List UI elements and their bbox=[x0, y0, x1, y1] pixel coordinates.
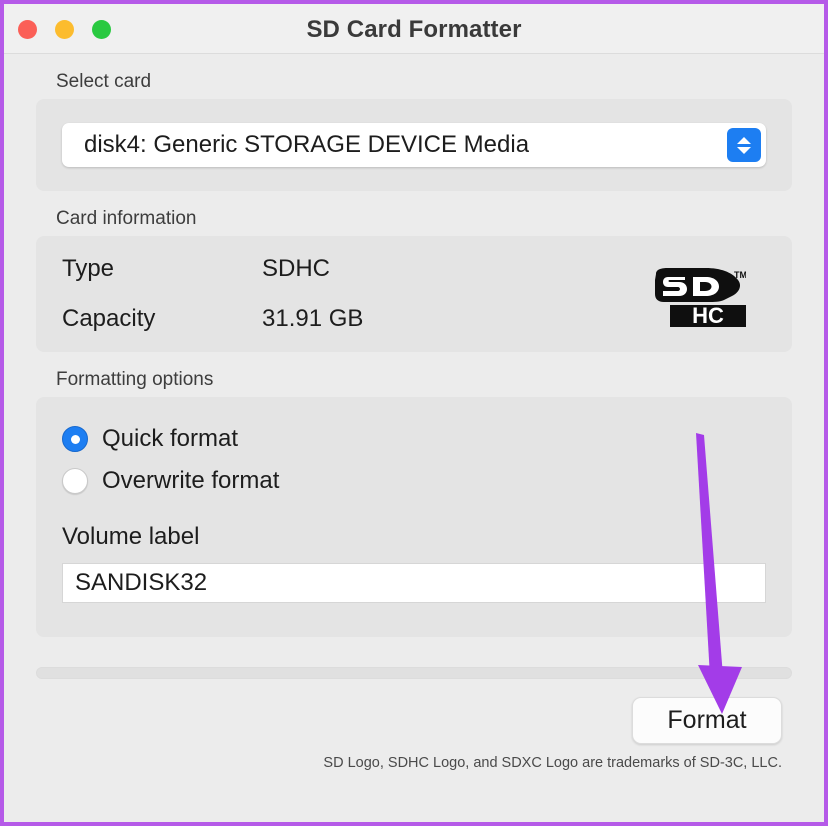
radio-label-overwrite-format: Overwrite format bbox=[102, 467, 280, 494]
chevron-down-icon bbox=[737, 146, 751, 154]
card-select-value: disk4: Generic STORAGE DEVICE Media bbox=[84, 131, 530, 158]
card-select-dropdown[interactable]: disk4: Generic STORAGE DEVICE Media bbox=[62, 123, 766, 167]
select-card-label: Select card bbox=[56, 71, 152, 92]
chevron-up-down-icon[interactable] bbox=[727, 128, 761, 162]
progress-bar bbox=[36, 667, 792, 679]
chevron-up-icon bbox=[737, 136, 751, 144]
radio-row-quick-format[interactable]: Quick format bbox=[62, 419, 766, 459]
radio-label-quick-format: Quick format bbox=[102, 425, 239, 452]
formatting-options-label: Formatting options bbox=[56, 369, 214, 390]
card-info-key-capacity: Capacity bbox=[62, 305, 156, 332]
app-window: SD Card Formatter Select card disk4: Gen… bbox=[0, 0, 828, 826]
card-info-value-capacity: 31.91 GB bbox=[262, 305, 364, 332]
window-title: SD Card Formatter bbox=[306, 16, 522, 43]
title-bar: SD Card Formatter bbox=[4, 4, 824, 54]
card-information-label: Card information bbox=[56, 208, 197, 229]
radio-overwrite-format[interactable] bbox=[62, 468, 88, 494]
formatting-options-panel: Quick format Overwrite format Volume lab… bbox=[36, 397, 792, 637]
trademark-note: SD Logo, SDHC Logo, and SDXC Logo are tr… bbox=[323, 755, 782, 771]
format-button[interactable]: Format bbox=[632, 697, 782, 744]
footer: Format SD Logo, SDHC Logo, and SDXC Logo… bbox=[36, 697, 792, 787]
sdhc-logo-icon: TM HC bbox=[655, 268, 746, 328]
select-card-panel: disk4: Generic STORAGE DEVICE Media bbox=[36, 99, 792, 191]
card-info-value-type: SDHC bbox=[262, 255, 331, 282]
radio-row-overwrite-format[interactable]: Overwrite format bbox=[62, 461, 766, 501]
svg-text:HC: HC bbox=[692, 303, 724, 328]
volume-label-input[interactable]: SANDISK32 bbox=[62, 563, 766, 603]
radio-quick-format[interactable] bbox=[62, 426, 88, 452]
volume-label-title: Volume label bbox=[62, 523, 200, 550]
card-information-panel: Type SDHC Capacity 31.91 GB TM HC bbox=[36, 236, 792, 352]
window-content: Select card disk4: Generic STORAGE DEVIC… bbox=[4, 54, 824, 822]
card-info-key-type: Type bbox=[62, 255, 115, 282]
svg-text:TM: TM bbox=[734, 270, 746, 280]
